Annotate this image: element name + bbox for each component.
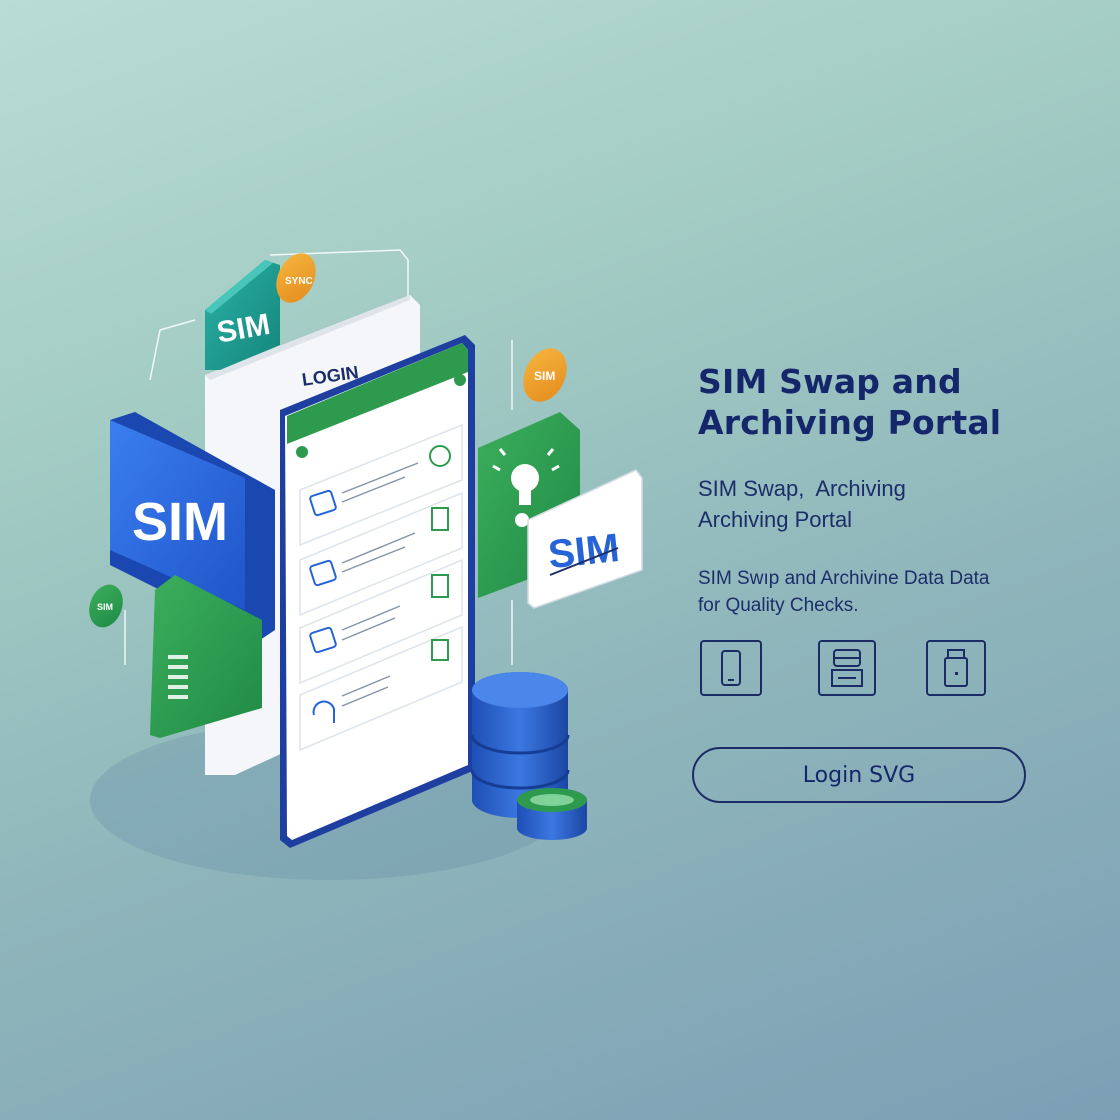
sim-badge-orange: SIM — [523, 348, 567, 402]
sync-badge-label: SYNC — [285, 276, 313, 287]
page-title-line-1: SIM Swap and — [698, 362, 962, 401]
feature-icons — [698, 640, 998, 700]
sim-badge-orange-label: SIM — [534, 369, 555, 383]
description: SIM Swıp and Archivine Data Data for Qua… — [698, 565, 1078, 619]
hero-illustration: LOGIN SIM SYNC SIM SIM SIM SIM — [0, 0, 700, 1120]
subtitle: SIM Swap, Archiving Archiving Portal — [698, 473, 1018, 535]
database-card-icon — [818, 640, 876, 696]
description-line-2: for Quality Checks. — [698, 595, 859, 616]
subtitle-line-1: SIM Swap, Archiving — [698, 476, 906, 501]
phone-icon — [700, 640, 762, 696]
sim-device-icon — [926, 640, 986, 696]
database-small — [517, 788, 587, 840]
sim-label-blue: SIM — [132, 492, 228, 552]
login-button[interactable]: Login SVG — [692, 747, 1026, 803]
small-green-badge: SIM — [89, 584, 123, 628]
page-title-line-2: Archiving Portal — [698, 403, 1002, 442]
small-green-badge-label: SIM — [97, 602, 113, 612]
subtitle-line-2: Archiving Portal — [698, 507, 853, 532]
page-title: SIM Swap and Archiving Portal — [698, 361, 1078, 443]
description-line-1: SIM Swıp and Archivine Data Data — [698, 568, 990, 589]
